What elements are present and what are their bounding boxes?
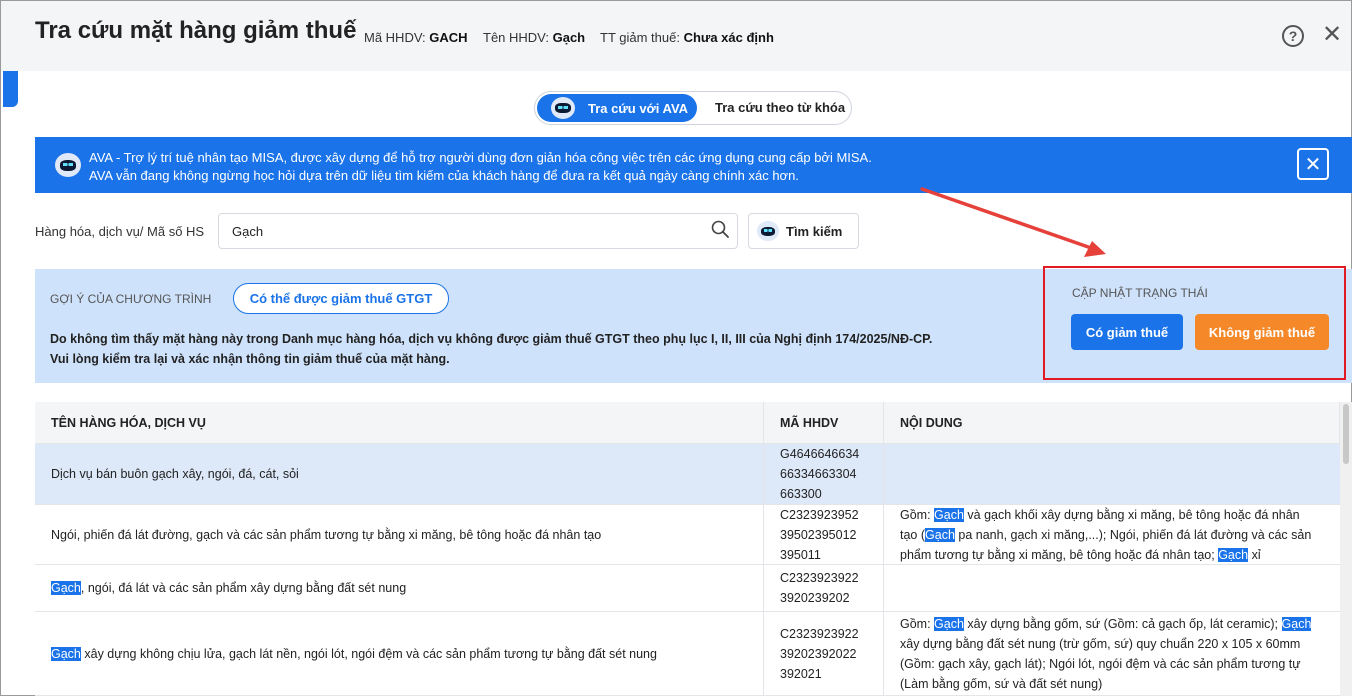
ava-info-banner: AVA - Trợ lý trí tuệ nhân tạo MISA, được… xyxy=(35,137,1352,193)
tab-keyword-search[interactable]: Tra cứu theo từ khóa xyxy=(715,100,845,115)
cell-content: Gồm: Gạch xây dựng bằng gốm, sứ (Gồm: cả… xyxy=(884,612,1340,695)
suggestion-message-1: Do không tìm thấy mặt hàng này trong Dan… xyxy=(50,332,933,346)
cell-code: G4646646634 66334663304 663300 xyxy=(764,444,884,504)
help-icon[interactable]: ? xyxy=(1282,25,1304,47)
search-icon[interactable] xyxy=(711,220,729,238)
table-row[interactable]: Gạch xây dựng không chịu lửa, gạch lát n… xyxy=(35,612,1340,696)
text-segment: , ngói, đá lát và các sản phẩm xây dựng … xyxy=(80,581,407,595)
name-value: Gạch xyxy=(552,30,586,45)
code-line: 39502395012 xyxy=(780,527,857,542)
text-segment: xây dựng bằng đất sét nung (trừ gốm, sứ)… xyxy=(900,636,1301,651)
content-line: xây dựng bằng đất sét nung (trừ gốm, sứ)… xyxy=(900,634,1311,654)
column-header-name[interactable]: TÊN HÀNG HÓA, DỊCH VỤ xyxy=(35,402,764,444)
search-match-highlight: Gạch xyxy=(1218,547,1249,562)
text-segment: Gồm: xyxy=(900,507,935,522)
cell-name: Ngói, phiến đá lát đường, gạch và các sả… xyxy=(35,505,764,564)
search-match-highlight: Gạch xyxy=(51,581,81,595)
cell-name: Dịch vụ bán buôn gạch xây, ngói, đá, cát… xyxy=(35,444,764,504)
code-line: 66334663304 xyxy=(780,467,857,481)
no-tax-reduction-button[interactable]: Không giảm thuế xyxy=(1195,314,1329,350)
cell-content xyxy=(884,565,1340,611)
code-line: C2323923922 xyxy=(780,626,859,641)
search-label: Hàng hóa, dịch vụ/ Mã số HS xyxy=(35,224,205,239)
content-line: phẩm tương tự bằng xi măng, bê tông hoặc… xyxy=(900,545,1311,565)
cell-content: Gồm: Gạch và gạch khối xây dựng bằng xi … xyxy=(884,505,1340,564)
cell-name: Gạch xây dựng không chịu lửa, gạch lát n… xyxy=(35,612,764,695)
code-line: 39202392022 xyxy=(780,646,857,661)
annotation-arrow xyxy=(920,187,1106,257)
code-line: 3920239202 xyxy=(780,591,850,605)
text-segment: và gạch khối xây dựng bằng xi măng, bê t… xyxy=(963,507,1300,522)
tax-status-value: Chưa xác định xyxy=(683,30,774,45)
tax-status-info: TT giảm thuế: Chưa xác định xyxy=(600,30,774,45)
dialog-header: Tra cứu mặt hàng giảm thuế Mã HHDV: GACH… xyxy=(1,1,1351,71)
banner-line-2: AVA vẫn đang không ngừng học hỏi dựa trê… xyxy=(89,168,799,183)
text-segment: (Gồm: gạch xây, gạch lát); Ngói lót, ngó… xyxy=(900,656,1301,671)
content-line: (Gồm: gạch xây, gạch lát); Ngói lót, ngó… xyxy=(900,654,1311,674)
table-row[interactable]: Gạch, ngói, đá lát và các sản phẩm xây d… xyxy=(35,565,1340,612)
column-header-content[interactable]: NỘI DUNG xyxy=(884,402,1340,444)
cell-code: C2323923952 39502395012 395011 xyxy=(764,505,884,564)
close-icon[interactable]: ✕ xyxy=(1322,23,1342,47)
suggestion-message-2: Vui lòng kiểm tra lại và xác nhận thông … xyxy=(50,352,450,366)
search-match-highlight: Gạch xyxy=(925,527,955,542)
code-line: 395011 xyxy=(780,547,821,562)
text-segment: Gồm: xyxy=(900,616,935,631)
tab-ava-search[interactable]: Tra cứu với AVA xyxy=(537,94,697,122)
banner-line-1: AVA - Trợ lý trí tuệ nhân tạo MISA, được… xyxy=(89,150,872,165)
cell-code: C2323923922 3920239202 xyxy=(764,565,884,611)
scrollbar-thumb[interactable] xyxy=(1343,404,1349,464)
table-row[interactable]: Ngói, phiến đá lát đường, gạch và các sả… xyxy=(35,505,1340,565)
search-mode-toggle: Tra cứu với AVA Tra cứu theo từ khóa xyxy=(534,91,852,125)
status-update-panel: CẬP NHẬT TRẠNG THÁI Có giảm thuế Không g… xyxy=(1043,266,1346,380)
search-match-highlight: Gạch xyxy=(51,646,81,661)
ava-bot-icon xyxy=(55,153,81,177)
code-value: GACH xyxy=(429,30,468,45)
text-segment: pa nanh, gạch xi măng,...); Ngói, phiến … xyxy=(954,527,1312,542)
page-title: Tra cứu mặt hàng giảm thuế xyxy=(35,17,357,44)
search-match-highlight: Gạch xyxy=(1281,616,1312,631)
table-scrollbar[interactable] xyxy=(1340,402,1352,696)
results-table: TÊN HÀNG HÓA, DỊCH VỤ MÃ HHDV NỘI DUNG D… xyxy=(35,402,1340,696)
cell-content xyxy=(884,444,1340,504)
tax-reduced-button[interactable]: Có giảm thuế xyxy=(1071,314,1183,350)
search-button[interactable]: Tìm kiếm xyxy=(748,213,859,249)
text-segment: Dịch vụ bán buôn gạch xây, ngói, đá, cát… xyxy=(51,467,299,481)
search-match-highlight: Gạch xyxy=(934,507,964,522)
text-segment: xây dựng bằng gốm, sứ (Gồm: cả gạch ốp, … xyxy=(963,616,1282,631)
content-line: Gồm: Gạch xây dựng bằng gốm, sứ (Gồm: cả… xyxy=(900,614,1312,634)
text-segment: tạo ( xyxy=(900,527,926,542)
suggestion-badge: Có thể được giảm thuế GTGT xyxy=(233,283,449,314)
name-info: Tên HHDV: Gạch xyxy=(483,30,586,45)
status-update-caption: CẬP NHẬT TRẠNG THÁI xyxy=(1072,286,1208,300)
text-segment: (Làm bằng gốm, sứ và đất sét nung) xyxy=(900,676,1103,691)
code-line: C2323923922 xyxy=(780,571,859,585)
text-segment: xây dựng không chịu lửa, gạch lát nền, n… xyxy=(80,646,657,661)
column-header-code[interactable]: MÃ HHDV xyxy=(764,402,884,444)
ava-bot-icon xyxy=(551,97,575,119)
table-row[interactable]: Dịch vụ bán buôn gạch xây, ngói, đá, cát… xyxy=(35,444,1340,505)
content-line: (Làm bằng gốm, sứ và đất sét nung) xyxy=(900,674,1311,694)
code-line: G4646646634 xyxy=(780,447,860,461)
cell-name: Gạch, ngói, đá lát và các sản phẩm xây d… xyxy=(35,565,764,611)
content-line: tạo (Gạch pa nanh, gạch xi măng,...); Ng… xyxy=(900,525,1311,545)
cell-code: C2323923922 39202392022 392021 xyxy=(764,612,884,695)
code-line: C2323923952 xyxy=(780,507,859,522)
suggestion-caption: GỢI Ý CỦA CHƯƠNG TRÌNH xyxy=(50,292,212,306)
tax-lookup-dialog: › Tra cứu mặt hàng giảm thuế Mã HHDV: GA… xyxy=(0,0,1352,696)
code-line: 663300 xyxy=(780,487,822,501)
text-segment: Ngói, phiến đá lát đường, gạch và các sả… xyxy=(51,527,602,542)
ava-bot-icon xyxy=(757,221,779,241)
search-match-highlight: Gạch xyxy=(934,616,964,631)
content-line: Gồm: Gạch và gạch khối xây dựng bằng xi … xyxy=(900,505,1311,525)
code-line: 392021 xyxy=(780,666,822,681)
search-input[interactable] xyxy=(218,213,738,249)
text-segment: xỉ xyxy=(1248,547,1261,562)
banner-close-button[interactable]: ✕ xyxy=(1297,148,1329,180)
code-info: Mã HHDV: GACH xyxy=(364,30,468,45)
text-segment: phẩm tương tự bằng xi măng, bê tông hoặc… xyxy=(900,547,1219,562)
